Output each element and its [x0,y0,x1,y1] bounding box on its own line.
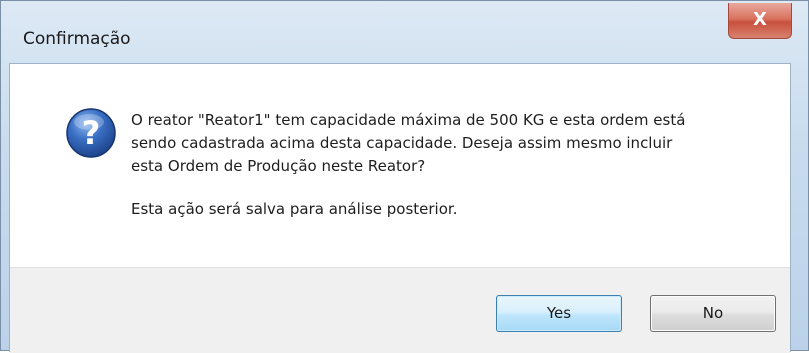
yes-button[interactable]: Yes [496,295,622,332]
message-text: O reator "Reator1" tem capacidade máxima… [131,109,771,221]
message-line-2: sendo cadastrada acima desta capacidade.… [131,134,673,152]
dialog-title: Confirmação [23,29,131,49]
message-line-3: esta Ordem de Produção neste Reator? [131,157,426,175]
message-area: ? O reator "Reator1" tem capacidade máxi… [10,64,790,267]
title-bar[interactable]: Confirmação X [1,1,808,63]
svg-text:?: ? [82,114,101,152]
confirmation-dialog: Confirmação X ? O reator "Reator1" tem c… [0,0,809,353]
close-button[interactable]: X [728,3,792,39]
question-icon: ? [66,108,116,158]
close-icon: X [753,9,767,30]
message-line-1: O reator "Reator1" tem capacidade máxima… [131,111,686,129]
message-note: Esta ação será salva para análise poster… [131,200,458,218]
no-button[interactable]: No [650,295,776,332]
button-bar: Yes No [10,267,790,353]
dialog-body: ? O reator "Reator1" tem capacidade máxi… [9,63,791,353]
